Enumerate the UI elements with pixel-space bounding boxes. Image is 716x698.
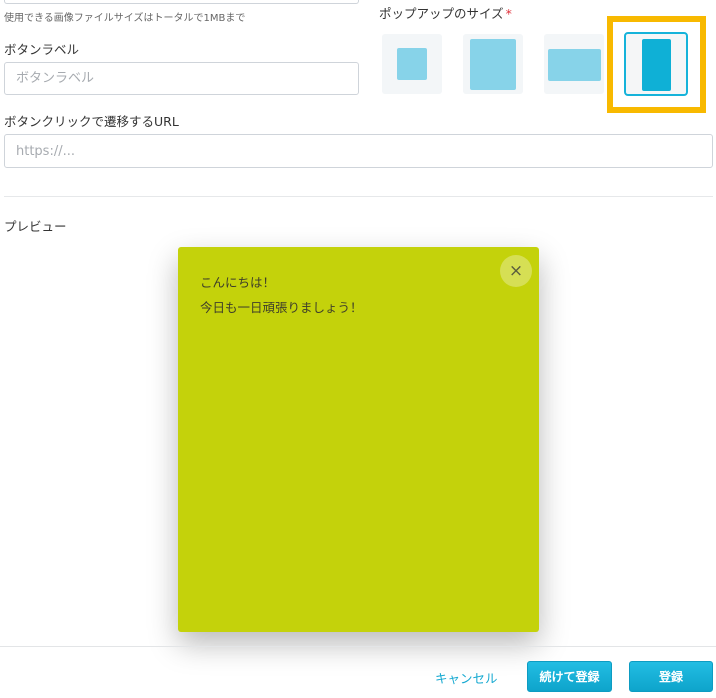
- cancel-button[interactable]: キャンセル: [435, 668, 498, 687]
- button-url-title: ボタンクリックで遷移するURL: [4, 114, 179, 129]
- register-button[interactable]: 登録: [629, 661, 713, 692]
- size-option-tall[interactable]: [624, 32, 688, 96]
- preview-title: プレビュー: [4, 219, 67, 234]
- size-option-wide[interactable]: [544, 34, 604, 94]
- upload-size-hint: 使用できる画像ファイルサイズはトータルで1MBまで: [4, 13, 246, 24]
- footer-divider: [0, 646, 716, 647]
- popup-line-2: 今日も一日頑張りましょう！: [200, 300, 363, 315]
- popup-size-label: ポップアップのサイズ: [379, 6, 504, 21]
- image-field-bottom-edge: [4, 0, 359, 4]
- size-option-small-square[interactable]: [382, 34, 442, 94]
- continue-register-button[interactable]: 続けて登録: [527, 661, 612, 692]
- popup-size-title: ポップアップのサイズ *: [379, 3, 512, 22]
- required-mark: *: [505, 6, 512, 21]
- section-divider: [4, 196, 713, 197]
- button-label-title: ボタンラベル: [4, 42, 80, 57]
- size-option-large-square[interactable]: [463, 34, 523, 94]
- tall-rect-icon: [642, 39, 671, 91]
- small-square-icon: [397, 48, 427, 80]
- button-url-input[interactable]: [4, 134, 713, 168]
- popup-line-1: こんにちは！: [200, 275, 276, 290]
- button-label-input[interactable]: [4, 62, 359, 95]
- popup-preview: こんにちは！ 今日も一日頑張りましょう！ ×: [178, 247, 539, 632]
- wide-rect-icon: [548, 49, 601, 81]
- close-icon[interactable]: ×: [500, 255, 532, 287]
- large-square-icon: [470, 39, 516, 90]
